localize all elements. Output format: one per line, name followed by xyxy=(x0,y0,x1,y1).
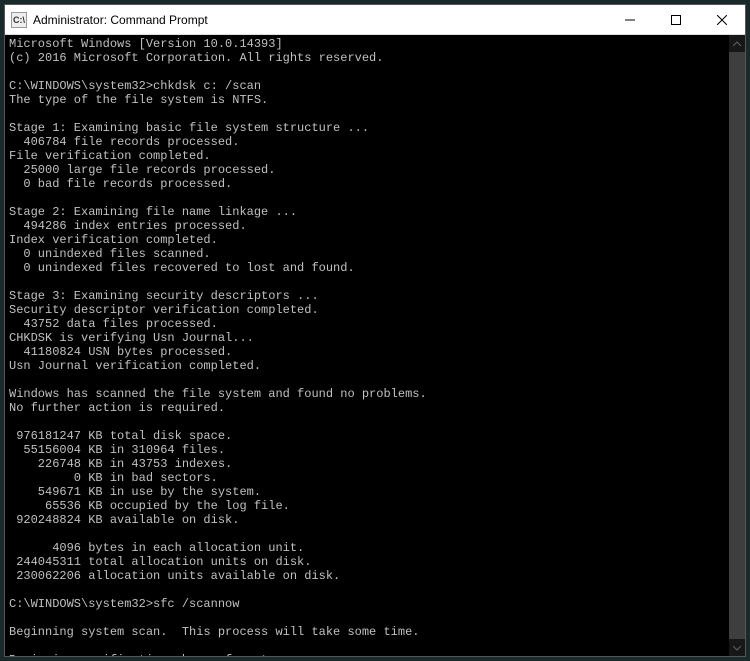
terminal-output: Microsoft Windows [Version 10.0.14393] (… xyxy=(9,37,741,656)
scroll-down-button[interactable] xyxy=(729,639,745,656)
scroll-up-button[interactable] xyxy=(729,35,745,52)
close-icon xyxy=(717,15,727,25)
terminal-body[interactable]: Microsoft Windows [Version 10.0.14393] (… xyxy=(5,35,745,656)
command-prompt-window: C:\ Administrator: Command Prompt Micros… xyxy=(4,4,746,657)
maximize-icon xyxy=(671,15,681,25)
scrollbar[interactable] xyxy=(729,35,745,656)
minimize-button[interactable] xyxy=(607,5,653,34)
minimize-icon xyxy=(625,15,635,25)
scrollbar-thumb[interactable] xyxy=(729,52,745,639)
chevron-down-icon xyxy=(733,644,741,652)
titlebar[interactable]: C:\ Administrator: Command Prompt xyxy=(5,5,745,35)
chevron-up-icon xyxy=(733,40,741,48)
scrollbar-track[interactable] xyxy=(729,52,745,639)
window-controls xyxy=(607,5,745,34)
maximize-button[interactable] xyxy=(653,5,699,34)
app-icon: C:\ xyxy=(11,12,27,28)
close-button[interactable] xyxy=(699,5,745,34)
window-title: Administrator: Command Prompt xyxy=(33,13,607,27)
